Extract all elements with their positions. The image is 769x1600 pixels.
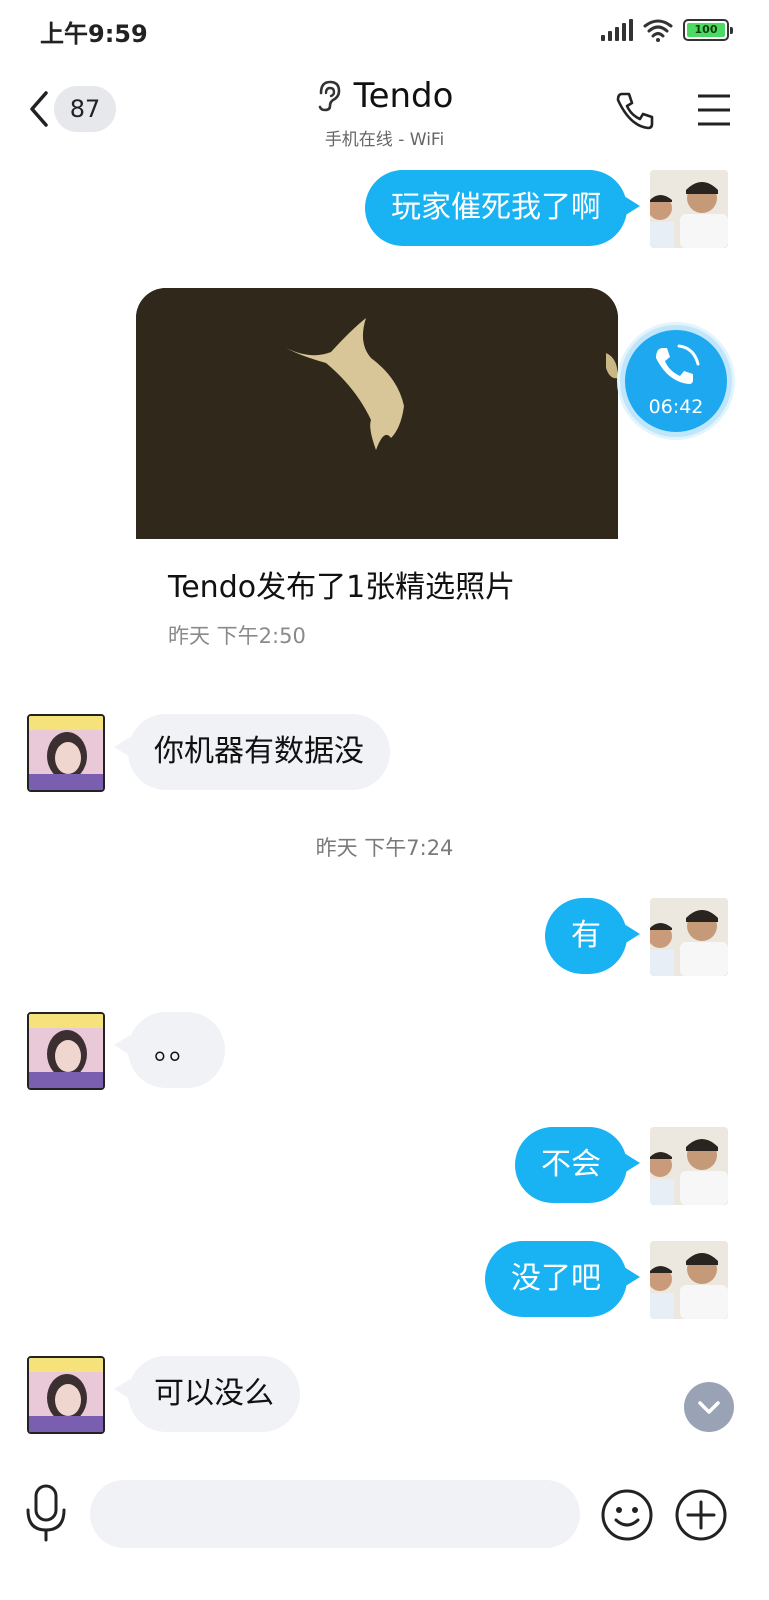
status-time: 上午9:59 (40, 20, 148, 48)
battery-level: 100 (687, 23, 725, 37)
message-bubble-me[interactable]: 不会 (515, 1127, 627, 1203)
status-bar: 上午9:59 100 (0, 0, 769, 64)
photo-image (136, 288, 618, 539)
avatar-image (29, 1358, 103, 1432)
avatar-image (650, 1241, 728, 1319)
chat-header: 87 Tendo 手机在线 - WiFi (0, 64, 769, 164)
bubble-tail (624, 1267, 640, 1287)
bubble-tail (624, 196, 640, 216)
avatar-me[interactable] (650, 1127, 728, 1205)
menu-icon (698, 94, 730, 126)
avatar-me[interactable] (650, 170, 728, 248)
menu-button[interactable] (694, 90, 734, 134)
voice-call-button[interactable] (614, 90, 656, 136)
call-icon (656, 344, 700, 384)
avatar-image (29, 716, 103, 790)
emoji-button[interactable] (600, 1488, 654, 1546)
plus-icon (675, 1489, 727, 1541)
ongoing-call-button[interactable]: 06:42 (620, 325, 732, 437)
microphone-icon (26, 1484, 66, 1542)
avatar-image (650, 898, 728, 976)
message-bubble-me[interactable]: 没了吧 (485, 1241, 627, 1317)
voice-input-button[interactable] (24, 1482, 68, 1548)
avatar-image (29, 1014, 103, 1088)
phone-icon (616, 92, 654, 130)
call-duration: 06:42 (648, 396, 704, 418)
message-bubble-them[interactable]: 。。 (128, 1012, 225, 1088)
bubble-tail (624, 1153, 640, 1173)
status-icons: 100 (601, 18, 733, 42)
ear-icon (318, 80, 340, 112)
avatar-image (650, 170, 728, 248)
avatar-me[interactable] (650, 898, 728, 976)
signal-icon (601, 19, 633, 41)
scroll-to-bottom-button[interactable] (684, 1382, 734, 1432)
timestamp-divider: 昨天 下午7:24 (315, 836, 454, 860)
photo-caption: Tendo发布了1张精选照片 (168, 570, 516, 605)
wifi-icon (643, 19, 673, 42)
more-options-button[interactable] (674, 1488, 728, 1546)
photo-timestamp: 昨天 下午2:50 (168, 624, 306, 648)
message-bubble-them[interactable]: 你机器有数据没 (128, 714, 390, 790)
avatar-them[interactable] (27, 1356, 105, 1434)
avatar-them[interactable] (27, 1012, 105, 1090)
chat-title: Tendo (353, 76, 454, 116)
input-bar (0, 1470, 769, 1560)
chevron-down-icon (698, 1401, 720, 1414)
message-input[interactable] (90, 1480, 580, 1548)
avatar-image (650, 1127, 728, 1205)
message-bubble-them[interactable]: 可以没么 (128, 1356, 300, 1432)
battery-icon: 100 (683, 19, 733, 41)
photo-thumbnail[interactable] (136, 288, 618, 539)
message-bubble-me[interactable]: 玩家催死我了啊 (365, 170, 627, 246)
avatar-me[interactable] (650, 1241, 728, 1319)
emoji-icon (601, 1489, 653, 1541)
bubble-tail (624, 924, 640, 944)
avatar-them[interactable] (27, 714, 105, 792)
message-bubble-me[interactable]: 有 (545, 898, 627, 974)
